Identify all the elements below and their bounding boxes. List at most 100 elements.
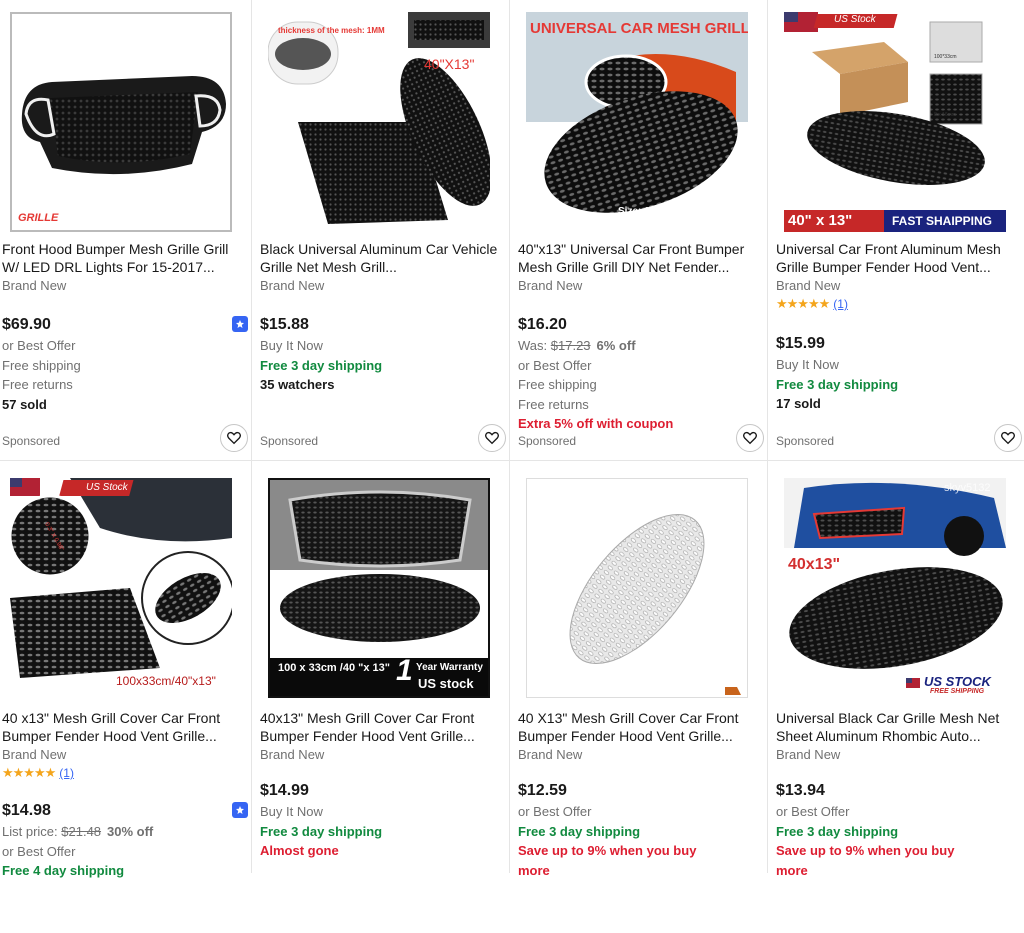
heart-icon xyxy=(485,431,499,445)
sponsored-label: Sponsored xyxy=(518,434,577,448)
product-rating[interactable]: ★★★★★ (1) xyxy=(776,296,848,312)
product-card[interactable]: US Stock 100*33cm 8 x 16mm 40" x 13" FAS… xyxy=(774,0,1024,467)
shipping-text: Free 3 day shipping xyxy=(776,376,899,392)
product-card[interactable]: GRILLE Front Hood Bumper Mesh Grille Gri… xyxy=(0,0,258,467)
image-logo-text: GRILLE xyxy=(18,212,59,224)
product-card[interactable]: 100 x 33cm /40 "x 13" 1 Year Warranty US… xyxy=(258,466,516,933)
sponsored-label: Sponsored xyxy=(776,434,835,448)
product-title[interactable]: Universal Black Car Grille Mesh Net Shee… xyxy=(776,709,1020,745)
product-details: $14.99 Buy It Now Free 3 day shipping Al… xyxy=(260,780,500,861)
shipping-text: Free shipping xyxy=(518,377,597,392)
buy-it-now-text: Buy It Now xyxy=(260,338,323,353)
volume-discount-text-cont: more xyxy=(518,862,550,878)
heart-icon xyxy=(743,431,757,445)
product-title[interactable]: Universal Car Front Aluminum Mesh Grille… xyxy=(776,240,1020,276)
product-title[interactable]: 40 X13" Mesh Grill Cover Car Front Bumpe… xyxy=(518,709,762,745)
discount-text: 30% off xyxy=(107,824,154,839)
product-price: $14.98 xyxy=(2,802,51,819)
volume-discount-text-cont: more xyxy=(776,862,808,878)
best-offer-text: or Best Offer xyxy=(776,804,850,819)
product-image[interactable]: GRILLE xyxy=(10,12,232,232)
image-size-label: 100x33cm/40"x13" xyxy=(116,674,216,688)
image-stock-label: US Stock xyxy=(834,14,876,25)
was-price: $17.23 xyxy=(550,338,591,353)
product-title[interactable]: Black Universal Aluminum Car Vehicle Gri… xyxy=(260,240,504,276)
image-stock-label: US STOCK xyxy=(924,674,991,689)
shipping-text: Free 3 day shipping xyxy=(260,357,383,373)
product-details: $14.98 List price: $21.48 30% off or Best… xyxy=(2,800,242,881)
product-condition: Brand New xyxy=(518,747,583,762)
product-condition: Brand New xyxy=(776,747,841,762)
star-rating-icon: ★★★★★ xyxy=(2,765,56,780)
best-offer-text: or Best Offer xyxy=(518,357,592,373)
product-details: $12.59 or Best Offer Free 3 day shipping… xyxy=(518,780,758,880)
product-price: $69.90 xyxy=(2,316,51,333)
discount-text: 6% off xyxy=(596,338,636,353)
product-details: $13.94 or Best Offer Free 3 day shipping… xyxy=(776,780,1016,880)
product-details: $16.20 Was: $17.23 6% off or Best Offer F… xyxy=(518,314,758,434)
product-price: $14.99 xyxy=(260,782,309,799)
product-image[interactable]: UNIVERSAL CAR MESH GRILLE Size: 100cmx33… xyxy=(526,12,748,232)
product-price: $13.94 xyxy=(776,782,825,799)
product-card[interactable]: US Stock 0.3" X 0.98" 100x33cm/40"x13" 4… xyxy=(0,466,258,933)
heart-icon xyxy=(227,431,241,445)
image-size-label: Size: 100cmx33cm xyxy=(618,206,707,217)
product-title[interactable]: 40 x13" Mesh Grill Cover Car Front Bumpe… xyxy=(2,709,246,745)
authenticity-badge-icon xyxy=(232,316,248,332)
star-rating-icon: ★★★★★ xyxy=(776,296,830,311)
review-count-link[interactable]: (1) xyxy=(59,766,74,780)
results-grid: GRILLE Front Hood Bumper Mesh Grille Gri… xyxy=(0,0,1024,878)
product-price: $15.88 xyxy=(260,316,309,333)
shipping-text: Free 3 day shipping xyxy=(776,823,899,839)
product-condition: Brand New xyxy=(518,278,583,293)
product-rating[interactable]: ★★★★★ (1) xyxy=(2,765,74,781)
product-image[interactable]: thickness of the mesh: 1MM 40"X13" xyxy=(268,12,490,232)
product-price: $16.20 xyxy=(518,316,567,333)
best-offer-text: or Best Offer xyxy=(518,804,592,819)
list-price-label: List price: xyxy=(2,824,58,839)
product-card[interactable]: skyv5132 40x13" US STOCK FREE SHIPPING U… xyxy=(774,466,1024,933)
was-price-line: Was: $17.23 6% off xyxy=(518,336,758,356)
shipping-text: Free 4 day shipping xyxy=(2,863,125,878)
watch-heart-button[interactable] xyxy=(478,424,506,452)
product-card[interactable]: thickness of the mesh: 1MM 40"X13" Black… xyxy=(258,0,516,467)
product-card[interactable]: UNIVERSAL CAR MESH GRILLE Size: 100cmx33… xyxy=(516,0,774,467)
image-size-label: 40x13" xyxy=(788,556,841,573)
product-title[interactable]: Front Hood Bumper Mesh Grille Grill W/ L… xyxy=(2,240,246,276)
watch-heart-button[interactable] xyxy=(994,424,1022,452)
was-label: Was: xyxy=(518,338,548,353)
list-price-line: List price: $21.48 30% off xyxy=(2,822,242,842)
image-size-label: 40" x 13" xyxy=(788,212,853,229)
product-title[interactable]: 40"x13" Universal Car Front Bumper Mesh … xyxy=(518,240,762,276)
almost-gone-text: Almost gone xyxy=(260,843,339,858)
image-mesh-caption: 8 x 16mm xyxy=(934,112,956,118)
product-details: $15.88 Buy It Now Free 3 day shipping 35… xyxy=(260,314,500,395)
list-price: $21.48 xyxy=(61,824,102,839)
image-warranty-label: Year Warranty xyxy=(416,662,483,673)
product-card[interactable]: 40 X13" Mesh Grill Cover Car Front Bumpe… xyxy=(516,466,774,933)
shipping-text: Free shipping xyxy=(2,357,81,373)
returns-text: Free returns xyxy=(518,396,589,412)
watch-heart-button[interactable] xyxy=(736,424,764,452)
shipping-text: Free 3 day shipping xyxy=(518,823,641,839)
best-offer-text: or Best Offer xyxy=(2,843,76,859)
watch-heart-button[interactable] xyxy=(220,424,248,452)
product-image[interactable]: US Stock 100*33cm 8 x 16mm 40" x 13" FAS… xyxy=(784,12,1006,232)
product-image[interactable] xyxy=(526,478,748,698)
image-size-label: 100 x 33cm /40 "x 13" xyxy=(278,662,390,674)
product-condition: Brand New xyxy=(260,278,325,293)
product-image[interactable]: skyv5132 40x13" US STOCK FREE SHIPPING xyxy=(784,478,1006,698)
returns-text: Free returns xyxy=(2,377,73,392)
sponsored-label: Sponsored xyxy=(2,434,61,448)
sponsored-label: Sponsored xyxy=(260,434,319,448)
image-caption: thickness of the mesh: 1MM xyxy=(278,26,385,35)
product-image[interactable]: 100 x 33cm /40 "x 13" 1 Year Warranty US… xyxy=(268,478,490,698)
sold-count: 17 sold xyxy=(776,396,821,411)
product-title[interactable]: 40x13" Mesh Grill Cover Car Front Bumper… xyxy=(260,709,504,745)
image-stock-label: US stock xyxy=(418,676,474,691)
product-image[interactable]: US Stock 0.3" X 0.98" 100x33cm/40"x13" xyxy=(10,478,232,698)
coupon-text: Extra 5% off with coupon xyxy=(518,416,674,431)
image-shipping-label: FAST SHAIPPING xyxy=(892,214,993,228)
review-count-link[interactable]: (1) xyxy=(833,297,848,311)
product-price: $12.59 xyxy=(518,782,567,799)
